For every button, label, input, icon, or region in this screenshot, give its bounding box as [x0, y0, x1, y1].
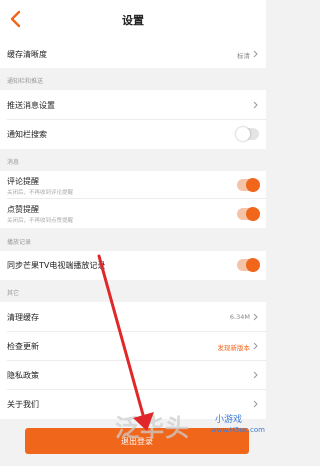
settings-screen: 设置 缓存清晰度 标清 通知栏和推送 推送消息设置 通知栏搜索 消息 评论提醒 …	[0, 0, 266, 466]
annotation-arrow-icon	[97, 254, 154, 431]
